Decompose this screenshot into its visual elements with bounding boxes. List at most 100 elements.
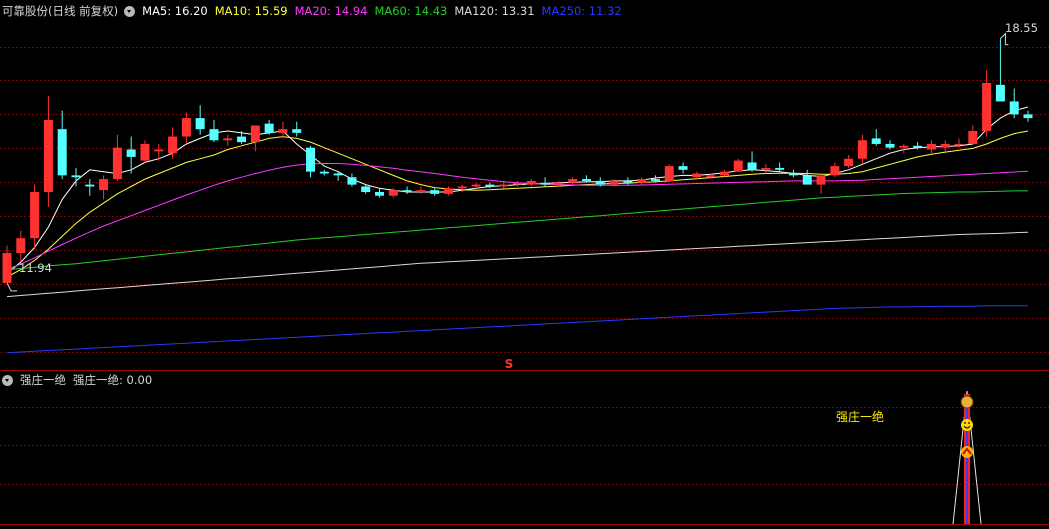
candle bbox=[747, 151, 757, 172]
candle-body bbox=[333, 173, 343, 176]
high-price-arrow bbox=[1000, 32, 1009, 46]
candle bbox=[540, 177, 550, 187]
low-price-label: 11.94 bbox=[19, 261, 52, 275]
candle-body bbox=[30, 192, 40, 239]
ma-label: MA10: 15.59 bbox=[214, 4, 288, 18]
signal-marker: S bbox=[505, 357, 514, 371]
candle bbox=[154, 143, 164, 161]
sub-panel-signal bbox=[952, 390, 982, 525]
candle-body bbox=[650, 179, 660, 181]
candle-body bbox=[940, 143, 950, 148]
candle-body bbox=[816, 175, 826, 185]
candle bbox=[637, 177, 647, 185]
candle-body bbox=[692, 173, 702, 178]
candle bbox=[761, 164, 771, 174]
candle-body bbox=[471, 184, 481, 187]
candle-body bbox=[278, 129, 288, 133]
candle-body bbox=[347, 177, 357, 185]
candle-body bbox=[140, 143, 150, 161]
candle bbox=[995, 38, 1005, 102]
candle bbox=[968, 125, 978, 144]
candle-body bbox=[457, 186, 467, 189]
candle-body bbox=[319, 171, 329, 174]
candle-body bbox=[733, 160, 743, 172]
candle bbox=[1023, 110, 1033, 122]
signal-text: 强庄一绝 bbox=[836, 410, 885, 424]
candle-body bbox=[926, 143, 936, 150]
candle bbox=[85, 179, 95, 196]
candle-body bbox=[995, 84, 1005, 102]
candle-body bbox=[678, 166, 688, 170]
candle-body bbox=[857, 140, 867, 159]
candle bbox=[926, 140, 936, 154]
candle bbox=[209, 119, 219, 143]
candle bbox=[526, 179, 536, 187]
candle bbox=[347, 173, 357, 187]
candle bbox=[664, 164, 674, 181]
candle bbox=[292, 121, 302, 137]
indicator-value: 强庄一绝: 0.00 bbox=[73, 373, 153, 387]
candle bbox=[1009, 88, 1019, 119]
candle bbox=[112, 134, 122, 181]
candle bbox=[57, 110, 67, 180]
candle bbox=[430, 188, 440, 196]
sub-panel-header: 强庄一绝 强庄一绝: 0.00 bbox=[2, 372, 159, 388]
candle-body bbox=[568, 179, 578, 183]
candle-body bbox=[609, 180, 619, 185]
ma5-line bbox=[6, 106, 1029, 274]
candle-body bbox=[223, 138, 233, 141]
ma-label: MA120: 13.31 bbox=[454, 4, 535, 18]
signal-bar-core bbox=[966, 396, 969, 524]
candle-body bbox=[237, 136, 247, 143]
candle-body bbox=[540, 182, 550, 185]
candle-body bbox=[43, 119, 53, 192]
candle bbox=[264, 119, 274, 135]
candle bbox=[319, 169, 329, 176]
candle-body bbox=[2, 252, 12, 283]
high-price-label: 18.55 bbox=[1005, 21, 1038, 35]
chevron-down-icon[interactable] bbox=[2, 374, 13, 386]
candle bbox=[375, 188, 385, 198]
candle-body bbox=[1009, 101, 1019, 115]
candle bbox=[278, 121, 288, 139]
candle-body bbox=[637, 179, 647, 183]
candle-body bbox=[954, 143, 964, 145]
ma-legend: MA5: 16.20 MA10: 15.59 MA20: 14.94 MA60: 14… bbox=[142, 3, 629, 19]
ma-label: MA5: 16.20 bbox=[142, 4, 208, 18]
candle bbox=[802, 169, 812, 185]
candle bbox=[30, 184, 40, 250]
candle-body bbox=[250, 125, 260, 143]
candle-body bbox=[16, 238, 26, 253]
candle-body bbox=[830, 166, 840, 176]
candle bbox=[181, 112, 191, 144]
candle-body bbox=[554, 182, 564, 185]
candle-body bbox=[388, 190, 398, 196]
candle bbox=[402, 186, 412, 194]
candle bbox=[678, 162, 688, 174]
candle-body bbox=[112, 147, 122, 180]
candle bbox=[775, 162, 785, 172]
ma120-line bbox=[6, 231, 1029, 298]
candle bbox=[940, 140, 950, 152]
money-bag-icon bbox=[960, 395, 974, 409]
candle-body bbox=[499, 184, 509, 187]
candle bbox=[361, 184, 371, 194]
ma250-line bbox=[6, 305, 1028, 354]
ma-label: MA250: 11.32 bbox=[541, 4, 622, 18]
candle-body bbox=[444, 188, 454, 194]
candle bbox=[223, 134, 233, 146]
candle bbox=[140, 140, 150, 163]
candle bbox=[444, 186, 454, 196]
candle-body bbox=[595, 180, 605, 185]
candle-body bbox=[623, 180, 633, 183]
candle-body bbox=[361, 186, 371, 192]
candle-body bbox=[71, 175, 81, 178]
kline-chart[interactable]: S bbox=[0, 0, 1049, 529]
candle-body bbox=[885, 143, 895, 148]
smiley-icon bbox=[961, 419, 974, 431]
candle bbox=[2, 245, 12, 283]
candle-body bbox=[126, 149, 136, 157]
chevron-down-icon[interactable] bbox=[124, 5, 136, 17]
candle-body bbox=[968, 131, 978, 144]
candle-body bbox=[664, 166, 674, 181]
